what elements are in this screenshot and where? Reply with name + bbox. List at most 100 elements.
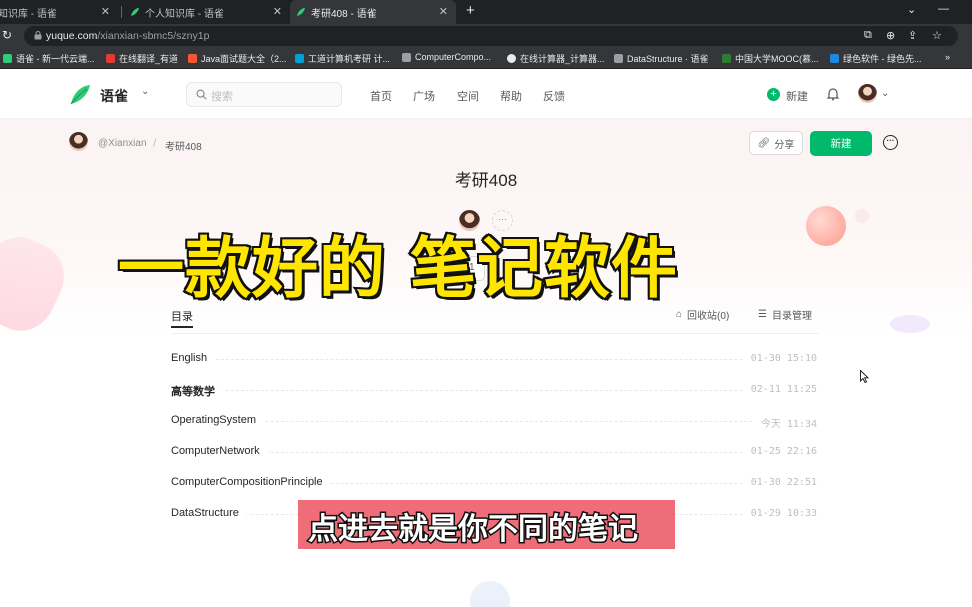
overlay-subtitle: 点进去就是你不同的笔记 — [298, 500, 675, 549]
toc-manage-button[interactable]: ☰ 目录管理 — [758, 307, 812, 322]
bookmark-label: 绿色软件 - 绿色先... — [843, 54, 922, 64]
bookmark-item[interactable]: 中国大学MOOC(慕... — [722, 52, 819, 65]
chevron-down-icon[interactable]: ⌄ — [141, 86, 149, 97]
bookmark-item[interactable]: ComputerCompo... — [402, 52, 491, 62]
list-icon: ☰ — [758, 309, 767, 320]
tab-title: 考研408 - 语雀 — [311, 8, 377, 20]
software-bookmark-icon — [830, 54, 839, 63]
nav-new-button[interactable]: 新建 — [786, 88, 808, 104]
toc-item[interactable]: English 01-30 15:10 — [171, 349, 817, 369]
yuque-logo-icon[interactable] — [69, 82, 93, 106]
bookmark-label: Java面试题大全（2... — [201, 54, 287, 64]
nav-link-help[interactable]: 帮助 — [500, 88, 522, 104]
recycle-bin-button[interactable]: ⌂ 回收站(0) — [676, 307, 729, 322]
bookmark-item[interactable]: 在线计算器_计算器... — [507, 52, 605, 65]
yuque-favicon-icon — [131, 8, 139, 16]
toc-item-time: 02-11 11:25 — [742, 384, 817, 395]
bookmark-star-icon[interactable]: ☆ — [932, 29, 942, 42]
breadcrumb-user[interactable]: @Xianxian — [98, 138, 147, 149]
breadcrumb-separator: / — [153, 136, 157, 150]
toc-item-title[interactable]: DataStructure — [171, 507, 247, 519]
create-button[interactable]: 新建 — [810, 131, 872, 156]
search-icon — [196, 89, 207, 100]
bookmark-item[interactable]: 工道计算机考研 计... — [295, 52, 390, 65]
plus-icon[interactable]: + — [767, 88, 780, 101]
minimize-icon[interactable]: — — [938, 3, 949, 15]
search-input[interactable]: 搜索 — [186, 82, 342, 107]
owner-avatar[interactable] — [69, 132, 88, 151]
bookmark-label: 在线翻译_有道 — [119, 54, 179, 64]
toc-item[interactable]: ComputerNetwork 01-25 22:16 — [171, 442, 817, 462]
toc-item-time: 01-29 10:33 — [742, 508, 817, 519]
doc-bookmark-icon — [614, 54, 623, 63]
csdn-bookmark-icon — [188, 54, 197, 63]
url-host: yuque.com — [46, 30, 98, 42]
toc-item-title[interactable]: 高等数学 — [171, 383, 223, 399]
share-label: 分享 — [774, 139, 795, 151]
url-path: /xianxian-sbmc5/szny1p — [97, 30, 210, 42]
nav-link-home[interactable]: 首页 — [370, 88, 392, 104]
browser-tab[interactable]: 知识库 - 语雀 ✕ — [0, 0, 118, 24]
lock-icon — [34, 31, 42, 40]
toc-item-title[interactable]: OperatingSystem — [171, 414, 264, 426]
bookmark-label: ComputerCompo... — [415, 52, 492, 62]
close-tab-icon[interactable]: ✕ — [101, 5, 110, 18]
toc-item-time: 01-30 15:10 — [742, 353, 817, 364]
browser-toolbar: ↻ yuque.com/xianxian-sbmc5/szny1p ⧉ ⊕ ⇪ … — [0, 24, 972, 48]
toc-item-title[interactable]: ComputerCompositionPrinciple — [171, 476, 331, 488]
yuque-bookmark-icon — [3, 54, 12, 63]
zoom-icon[interactable]: ⊕ — [886, 29, 895, 42]
bookmark-item[interactable]: Java面试题大全（2... — [188, 52, 287, 65]
bookmark-item[interactable]: 绿色软件 - 绿色先... — [830, 52, 922, 65]
nav-link-square[interactable]: 广场 — [413, 88, 435, 104]
tab-title: 知识库 - 语雀 — [0, 8, 57, 20]
install-app-icon[interactable]: ⧉ — [864, 29, 872, 42]
address-bar[interactable]: yuque.com/xianxian-sbmc5/szny1p ⧉ ⊕ ⇪ ☆ — [24, 26, 958, 46]
leader-line — [171, 359, 817, 360]
bilibili-bookmark-icon — [295, 54, 304, 63]
tab-search-icon[interactable]: ⌄ — [907, 3, 916, 16]
toc-manage-label: 目录管理 — [771, 311, 812, 322]
decor-blob — [470, 581, 510, 607]
browser-tab[interactable]: 个人知识库 - 语雀 ✕ — [124, 0, 290, 24]
bell-icon[interactable] — [826, 86, 840, 101]
bookmark-label: 语雀 - 新一代云端... — [16, 54, 95, 64]
toc-item-title[interactable]: ComputerNetwork — [171, 445, 268, 457]
leader-line — [171, 390, 817, 391]
nav-link-space[interactable]: 空间 — [457, 88, 479, 104]
toc-item-title[interactable]: English — [171, 352, 216, 364]
decor-blob — [890, 315, 930, 333]
user-avatar[interactable] — [858, 84, 877, 103]
tab-active-indicator — [171, 326, 193, 328]
close-tab-icon[interactable]: ✕ — [439, 5, 448, 18]
close-tab-icon[interactable]: ✕ — [273, 5, 282, 18]
search-placeholder: 搜索 — [211, 91, 233, 103]
doc-bookmark-icon — [402, 52, 411, 62]
toc-item[interactable]: ComputerCompositionPrinciple 01-30 22:51 — [171, 473, 817, 493]
brand-name[interactable]: 语雀 — [100, 86, 128, 106]
more-options-icon[interactable]: ··· — [883, 135, 898, 150]
share-page-icon[interactable]: ⇪ — [908, 29, 917, 42]
bookmark-label: 中国大学MOOC(慕... — [735, 54, 819, 64]
globe-bookmark-icon — [507, 54, 516, 63]
decor-blob — [806, 206, 846, 246]
bookmark-item[interactable]: 语雀 - 新一代云端... — [3, 52, 95, 65]
youdao-bookmark-icon — [106, 54, 115, 63]
more-bookmarks-icon[interactable]: » — [945, 52, 950, 62]
recycle-bin-label: 回收站(0) — [687, 311, 730, 322]
toc-item-time: 01-30 22:51 — [742, 477, 817, 488]
reload-icon[interactable]: ↻ — [2, 28, 12, 42]
chevron-down-icon[interactable]: ⌄ — [881, 88, 889, 99]
browser-tab-active[interactable]: 考研408 - 语雀 ✕ — [290, 0, 456, 24]
breadcrumb-book[interactable]: 考研408 — [165, 138, 202, 153]
nav-link-feedback[interactable]: 反馈 — [543, 88, 565, 104]
bookmarks-bar: 语雀 - 新一代云端... 在线翻译_有道 Java面试题大全（2... 工道计… — [0, 48, 972, 69]
bookmark-item[interactable]: 在线翻译_有道 — [106, 52, 178, 65]
bookmark-item[interactable]: DataStructure · 语雀 — [614, 52, 709, 65]
toc-item[interactable]: OperatingSystem 今天 11:34 — [171, 411, 817, 431]
new-tab-icon[interactable]: + — [466, 2, 475, 19]
share-button[interactable]: 🔗︎ 分享 — [749, 131, 803, 155]
toc-item[interactable]: 高等数学 02-11 11:25 — [171, 380, 817, 400]
mooc-bookmark-icon — [722, 54, 731, 63]
tab-title: 个人知识库 - 语雀 — [145, 8, 224, 20]
